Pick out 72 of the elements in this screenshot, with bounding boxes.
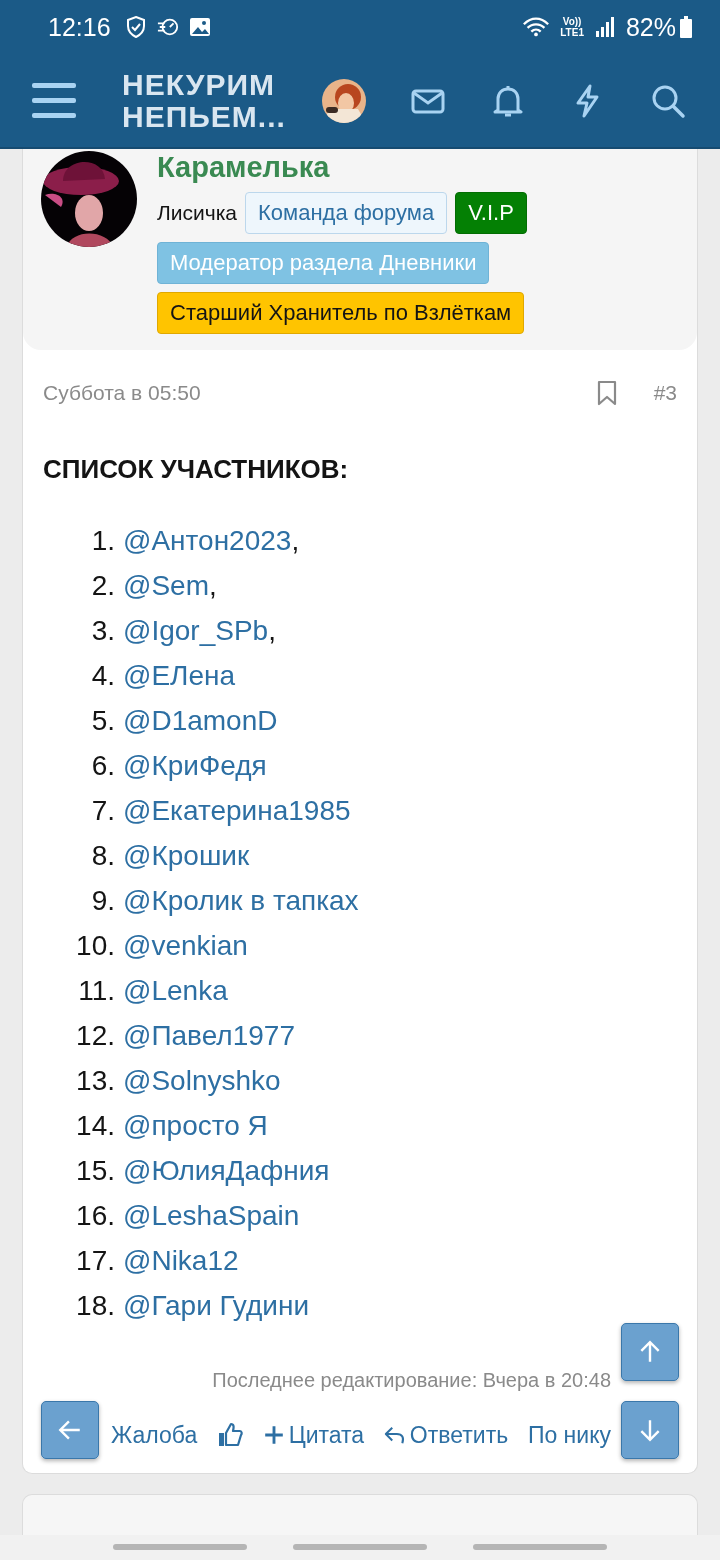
- nav-handle[interactable]: [293, 1544, 427, 1551]
- user-mention[interactable]: @Антон2023: [123, 524, 292, 557]
- post-date[interactable]: Суббота в 05:50: [43, 380, 596, 405]
- user-banner: Старший Хранитель по Взлёткам: [157, 291, 525, 334]
- battery-icon: [680, 16, 692, 39]
- list-number: 5.: [90, 704, 115, 737]
- list-number: 1.: [90, 524, 115, 557]
- battery-level: 82%: [625, 12, 676, 42]
- last-edited-note: Последнее редактирование: Вчера в 20:48: [212, 1368, 611, 1392]
- user-mention[interactable]: @Igor_SPb: [123, 614, 269, 647]
- scroll-down-button[interactable]: [621, 1400, 679, 1459]
- network-label: Vo)) LTE1: [560, 16, 584, 39]
- image-icon: [188, 16, 211, 39]
- list-number: 15.: [75, 1154, 115, 1187]
- list-number: 6.: [90, 749, 115, 782]
- user-banner: V.I.P: [455, 191, 527, 234]
- user-mention[interactable]: @Кролик в тапках: [123, 884, 359, 917]
- thumbs-up-icon[interactable]: [216, 1422, 243, 1449]
- shield-icon: [124, 16, 147, 39]
- user-mention[interactable]: @Lenka: [123, 974, 228, 1007]
- clock: 12:16: [48, 12, 111, 42]
- user-banner: Модератор раздела Дневники: [157, 241, 490, 284]
- nav-handle[interactable]: [113, 1544, 247, 1551]
- comma: ,: [291, 524, 300, 557]
- comma: ,: [268, 614, 276, 647]
- user-mention[interactable]: @Sem: [123, 569, 209, 602]
- report-link[interactable]: Жалоба: [111, 1421, 198, 1449]
- wifi-icon: [522, 16, 551, 39]
- reply-button[interactable]: Ответить: [383, 1421, 509, 1449]
- list-number: 9.: [90, 884, 115, 917]
- user-mention[interactable]: @ЕЛена: [123, 659, 236, 692]
- list-number: 12.: [75, 1019, 115, 1052]
- list-number: 16.: [75, 1199, 115, 1232]
- list-number: 2.: [90, 569, 115, 602]
- comma: ,: [209, 569, 217, 602]
- user-banner: Команда форума: [245, 191, 448, 234]
- post-number[interactable]: #3: [653, 380, 677, 405]
- plus-icon[interactable]: [262, 1424, 285, 1447]
- author-name[interactable]: Карамелька: [157, 150, 577, 184]
- list-number: 18.: [75, 1289, 115, 1322]
- list-number: 11.: [77, 974, 115, 1007]
- user-mention[interactable]: @D1amonD: [123, 704, 278, 737]
- site-logo[interactable]: НЕКУРИМ НЕПЬЕМ...: [122, 68, 292, 133]
- user-mention[interactable]: @LeshaSpain: [123, 1199, 300, 1232]
- bookmark-icon[interactable]: [595, 379, 618, 406]
- list-number: 13.: [75, 1064, 115, 1097]
- list-number: 8.: [90, 839, 115, 872]
- quote-button[interactable]: Цитата: [262, 1421, 365, 1449]
- list-number: 7.: [90, 794, 115, 827]
- menu-icon[interactable]: [32, 81, 76, 120]
- user-mention[interactable]: @просто Я: [123, 1109, 268, 1142]
- user-mention[interactable]: @ЮлияДафния: [123, 1154, 330, 1187]
- signal-icon: [593, 16, 616, 39]
- user-title: Лисичка: [157, 200, 237, 225]
- user-mention[interactable]: @Павел1977: [123, 1019, 295, 1052]
- user-mention[interactable]: @КриФедя: [123, 749, 267, 782]
- list-number: 17.: [75, 1244, 115, 1277]
- list-number: 10.: [75, 929, 115, 962]
- by-nick-link[interactable]: По нику: [527, 1421, 611, 1449]
- post-heading: СПИСОК УЧАСТНИКОВ:: [43, 453, 350, 485]
- user-mention[interactable]: @Гари Гудини: [123, 1289, 310, 1322]
- scroll-up-button[interactable]: [621, 1322, 679, 1381]
- list-number: 3.: [90, 614, 115, 647]
- user-mention[interactable]: @Solnyshko: [123, 1064, 281, 1097]
- nav-handle[interactable]: [473, 1544, 607, 1551]
- user-mention[interactable]: @Крошик: [123, 839, 250, 872]
- user-mention[interactable]: @venkian: [123, 929, 248, 962]
- back-button[interactable]: [41, 1400, 99, 1459]
- list-number: 14.: [75, 1109, 115, 1142]
- user-mention[interactable]: @Nika12: [123, 1244, 239, 1277]
- list-number: 4.: [90, 659, 115, 692]
- user-mention[interactable]: @Екатерина1985: [123, 794, 351, 827]
